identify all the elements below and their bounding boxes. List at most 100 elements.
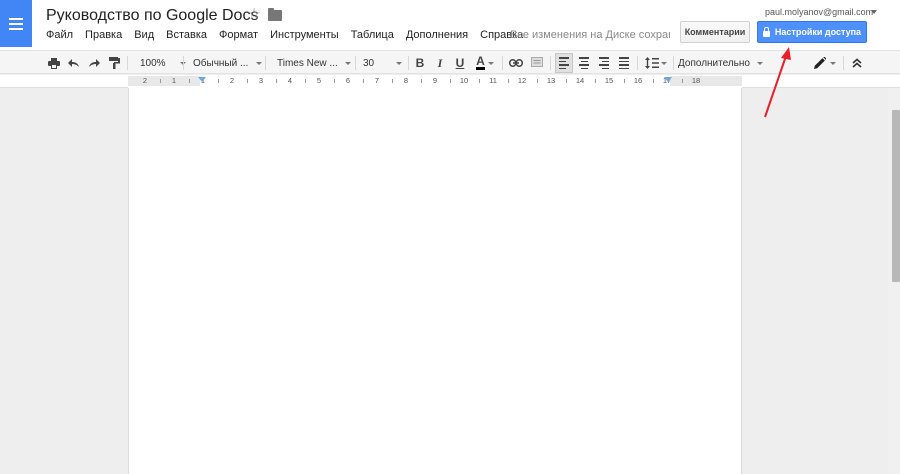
ruler-tick	[681, 79, 683, 83]
right-indent-marker[interactable]	[664, 77, 672, 82]
ruler-tick	[391, 79, 393, 83]
ruler-tick	[217, 79, 219, 83]
link-icon[interactable]	[508, 53, 524, 73]
toolbar-divider	[355, 56, 356, 70]
collapse-menus-button[interactable]	[849, 53, 865, 73]
paragraph-style-select[interactable]: Обычный ...	[188, 53, 263, 73]
ruler-number: 1	[171, 76, 177, 85]
ruler-tick	[362, 79, 364, 83]
menu-bar: Файл Правка Вид Вставка Формат Инструмен…	[46, 29, 535, 41]
more-chevron-down-icon	[756, 61, 763, 65]
print-icon[interactable]	[46, 53, 62, 73]
ruler-tick	[449, 79, 451, 83]
style-chevron-down-icon	[256, 61, 263, 65]
ruler-tick	[275, 79, 277, 83]
ruler-number: 10	[459, 76, 469, 85]
line-spacing-button[interactable]	[643, 53, 669, 73]
ruler[interactable]: 2 1 1 2 3 4 5 6 7 8 9 10 11 12 13 14 15 16 17 18	[0, 75, 900, 88]
account-chevron-down-icon[interactable]	[871, 10, 877, 14]
ruler-tick	[304, 79, 306, 83]
comment-icon[interactable]	[529, 53, 545, 73]
document-page[interactable]	[128, 88, 742, 474]
ruler-number: 16	[633, 76, 643, 85]
font-size-value: 30	[363, 57, 375, 69]
align-left-button[interactable]	[555, 53, 573, 73]
italic-button[interactable]: I	[433, 53, 447, 73]
text-color-icon: A	[476, 54, 485, 70]
ruler-number: 6	[345, 76, 351, 85]
toolbar-divider	[265, 56, 266, 70]
text-color-button[interactable]: A	[472, 53, 498, 73]
scrollbar-thumb[interactable]	[892, 110, 900, 282]
ruler-tick	[420, 79, 422, 83]
share-button-label: Настройки доступа	[774, 27, 862, 37]
paragraph-style-value: Обычный ...	[193, 57, 249, 69]
zoom-select[interactable]: 100%	[134, 53, 186, 73]
size-chevron-down-icon	[396, 61, 403, 65]
editing-mode-chevron-down-icon	[830, 61, 836, 65]
text-color-chevron-down-icon	[487, 61, 494, 65]
ruler-number: 13	[546, 76, 556, 85]
menu-tools[interactable]: Инструменты	[270, 29, 339, 41]
ruler-tick	[188, 79, 190, 83]
comments-button[interactable]: Комментарии	[680, 21, 750, 43]
ruler-number: 12	[517, 76, 527, 85]
align-center-icon	[579, 57, 589, 69]
paint-format-icon[interactable]	[106, 53, 122, 73]
ruler-tick	[478, 79, 480, 83]
font-size-select[interactable]: 30	[360, 53, 404, 73]
menu-table[interactable]: Таблица	[351, 29, 394, 41]
toolbar-divider	[183, 56, 184, 70]
line-spacing-icon	[645, 57, 659, 69]
undo-icon[interactable]	[66, 53, 82, 73]
ruler-number: 2	[229, 76, 235, 85]
ruler-number: 8	[403, 76, 409, 85]
ruler-tick	[594, 79, 596, 83]
save-status[interactable]: Все изменения на Диске сохран...	[510, 29, 670, 41]
redo-icon[interactable]	[86, 53, 102, 73]
editing-mode-button[interactable]	[812, 53, 838, 73]
pencil-icon	[814, 57, 826, 69]
menu-addons[interactable]: Дополнения	[406, 29, 468, 41]
menu-file[interactable]: Файл	[46, 29, 73, 41]
ruler-tick	[159, 79, 161, 83]
ruler-tick	[246, 79, 248, 83]
align-right-button[interactable]	[596, 53, 612, 73]
star-icon[interactable]: ☆	[247, 6, 261, 24]
underline-button[interactable]: U	[453, 53, 467, 73]
document-title[interactable]: Руководство по Google Docs	[46, 7, 258, 25]
align-center-button[interactable]	[576, 53, 592, 73]
toolbar-divider	[550, 56, 551, 70]
ruler-number: 15	[604, 76, 614, 85]
menu-edit[interactable]: Правка	[85, 29, 122, 41]
user-email[interactable]: paul.molyanov@gmail.com	[765, 7, 873, 17]
double-chevron-up-icon	[852, 58, 862, 68]
share-button[interactable]: Настройки доступа	[757, 21, 867, 43]
font-family-value: Times New ...	[277, 57, 338, 69]
ruler-number: 9	[432, 76, 438, 85]
ruler-tick	[507, 79, 509, 83]
menu-view[interactable]: Вид	[134, 29, 154, 41]
ruler-tick	[565, 79, 567, 83]
folder-icon[interactable]	[268, 8, 282, 21]
menu-insert[interactable]: Вставка	[166, 29, 207, 41]
more-button[interactable]: Дополнительно	[678, 53, 764, 73]
menu-format[interactable]: Формат	[219, 29, 258, 41]
toolbar-divider	[843, 56, 844, 70]
toolbar-divider	[673, 56, 674, 70]
more-label: Дополнительно	[678, 57, 750, 69]
toolbar: 100% Обычный ... Times New ... 30 B I U …	[0, 50, 900, 74]
left-indent-marker[interactable]	[198, 77, 206, 82]
ruler-number: 3	[258, 76, 264, 85]
bold-button[interactable]: B	[413, 53, 427, 73]
font-family-select[interactable]: Times New ...	[272, 53, 351, 73]
line-spacing-chevron-down-icon	[661, 61, 667, 65]
zoom-value: 100%	[140, 57, 166, 69]
toolbar-divider	[637, 56, 638, 70]
align-justify-button[interactable]	[616, 53, 632, 73]
ruler-tick	[536, 79, 538, 83]
ruler-number: 4	[287, 76, 293, 85]
toolbar-divider	[502, 56, 503, 70]
ruler-number: 14	[575, 76, 585, 85]
docs-logo-icon[interactable]	[0, 0, 32, 47]
